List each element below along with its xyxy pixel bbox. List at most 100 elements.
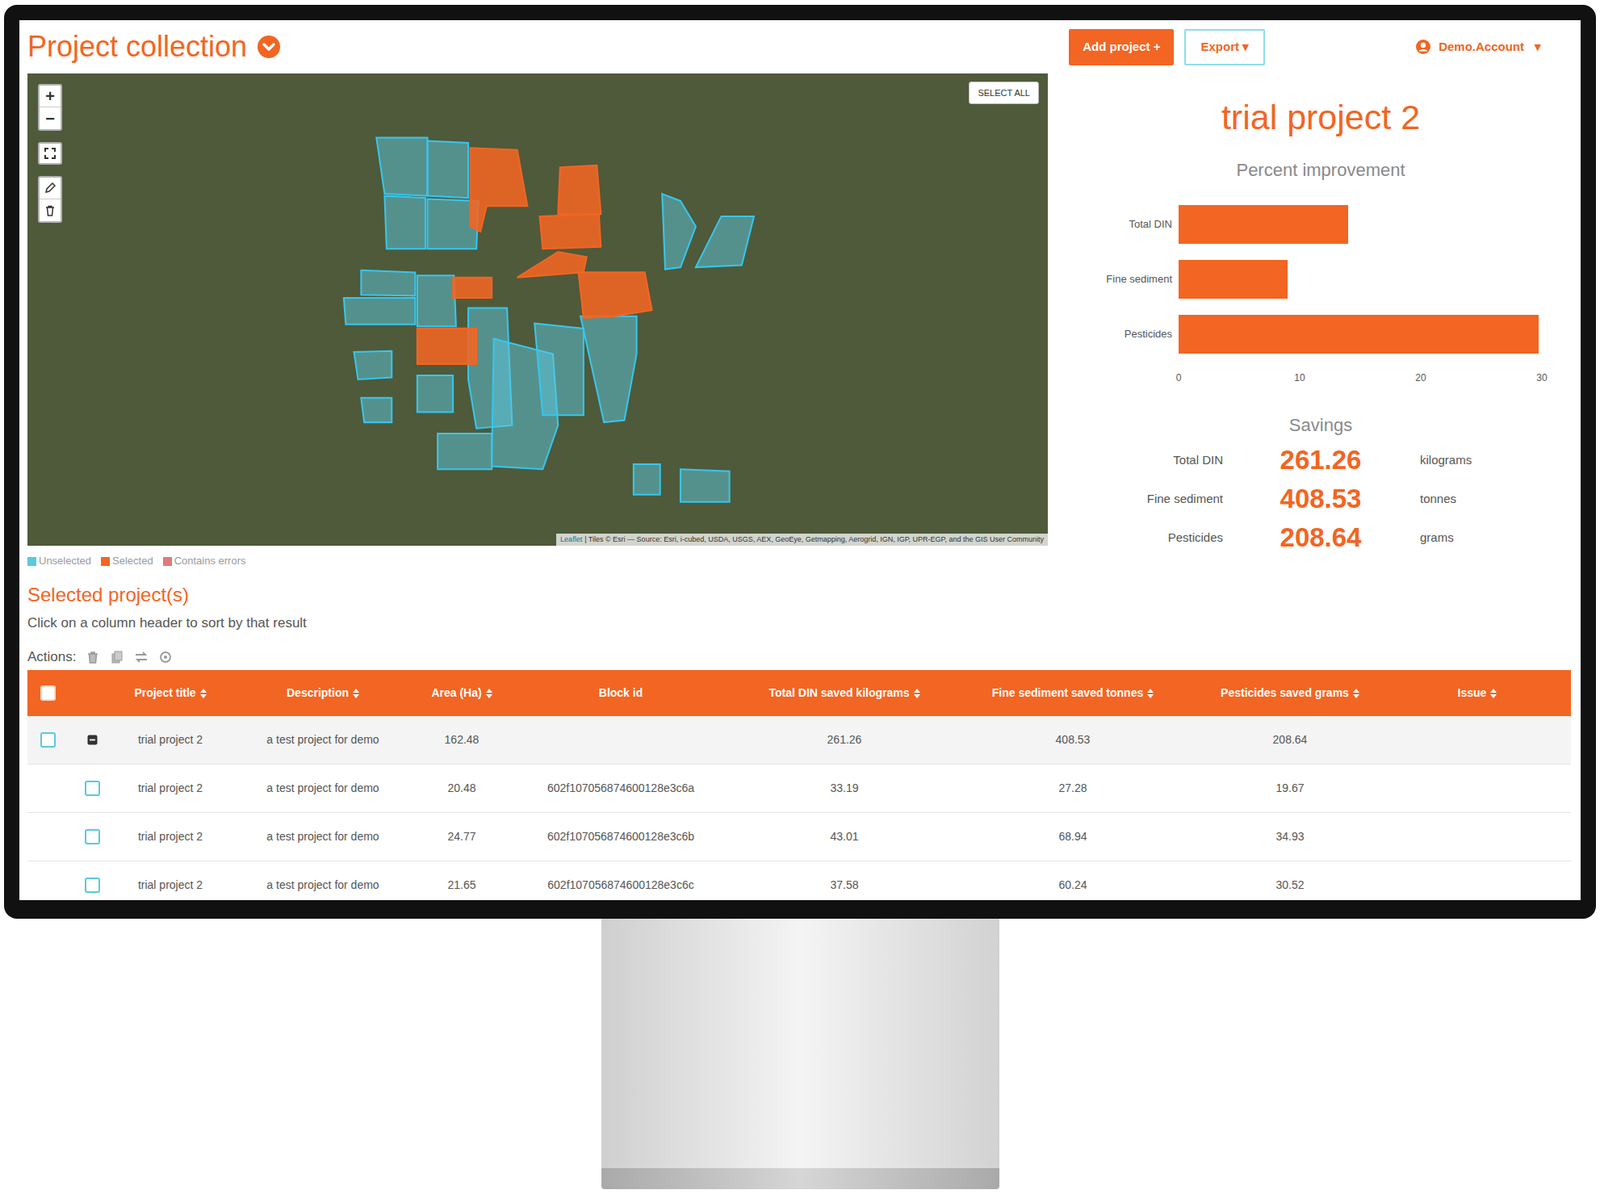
sort-icon	[913, 688, 921, 699]
table-cell	[1383, 764, 1571, 813]
bar[interactable]	[1178, 314, 1539, 354]
column-header[interactable]: Project title	[116, 670, 225, 717]
export-button[interactable]: Export ▾	[1184, 29, 1265, 66]
actions-bar: Actions:	[27, 647, 1581, 667]
field-block[interactable]	[470, 147, 528, 232]
savings-value: 408.53	[1234, 478, 1408, 520]
bar[interactable]	[1178, 259, 1288, 299]
block-row[interactable]: trial project 2a test project for demo24…	[27, 812, 1571, 862]
select-all-button[interactable]: SELECT ALL	[968, 81, 1039, 105]
row-checkbox[interactable]	[40, 732, 56, 748]
field-block[interactable]	[417, 375, 453, 412]
field-block[interactable]	[661, 193, 696, 269]
field-block[interactable]	[384, 196, 426, 250]
cell-text: a test project for demo	[266, 876, 379, 894]
action-button[interactable]	[134, 649, 149, 665]
field-blocks-layer	[27, 73, 1048, 546]
column-title[interactable]: Description	[286, 684, 349, 702]
field-block[interactable]	[578, 272, 653, 319]
stand-neck	[601, 918, 1000, 1169]
bar[interactable]	[1178, 205, 1349, 244]
column-title[interactable]: Pesticides saved grams	[1220, 684, 1349, 702]
add-project-button[interactable]: Add project +	[1068, 29, 1174, 66]
column-title[interactable]: Project title	[134, 684, 196, 702]
action-button[interactable]	[109, 649, 125, 665]
column-title[interactable]: Issue	[1457, 684, 1487, 702]
column-title[interactable]: Total DIN saved kilograms	[768, 684, 909, 702]
row-checkbox[interactable]	[84, 780, 101, 796]
row-checkbox[interactable]	[40, 685, 56, 701]
column-header-label: Fine sediment saved tonnes	[992, 684, 1155, 702]
field-block[interactable]	[360, 397, 392, 423]
header-actions: Add project + Export ▾ Demo.Account ▾	[1068, 29, 1542, 66]
zoom-out-button[interactable]: −	[39, 107, 61, 130]
field-block[interactable]	[417, 328, 477, 365]
table-cell: a test project for demo	[224, 861, 422, 901]
cell-text: 20.48	[447, 779, 476, 797]
draw-button[interactable]	[39, 177, 61, 200]
table-cell: 33.19	[739, 764, 950, 813]
expand-toggle[interactable]	[86, 734, 98, 746]
axis-ticks: 0102030	[1178, 369, 1542, 386]
table-cell	[1383, 861, 1571, 901]
field-block[interactable]	[680, 469, 730, 502]
cell-text: 162.48	[444, 731, 480, 749]
delete-button[interactable]	[39, 199, 61, 222]
map[interactable]: +−SELECT ALLLeaflet| Tiles © Esri — Sour…	[27, 73, 1048, 546]
field-block[interactable]	[427, 140, 469, 198]
row-checkbox[interactable]	[84, 829, 101, 845]
collapse-icon	[87, 734, 98, 746]
table-cell: 208.64	[1196, 716, 1384, 764]
field-block[interactable]	[343, 297, 415, 325]
table-cell: trial project 2	[116, 812, 225, 861]
cell-text: trial project 2	[138, 828, 203, 846]
table-cell	[67, 812, 117, 861]
target-action-icon	[159, 650, 172, 664]
column-header-label: Total DIN saved kilograms	[768, 684, 920, 702]
column-header[interactable]: Description	[224, 670, 422, 717]
cell-text: trial project 2	[138, 876, 203, 894]
stand-base	[601, 1168, 1000, 1190]
field-block[interactable]	[360, 270, 415, 297]
column-header[interactable]: Fine sediment saved tonnes	[949, 670, 1197, 717]
field-block[interactable]	[417, 275, 457, 327]
column-header[interactable]: Total DIN saved kilograms	[739, 670, 950, 717]
axis-spacer	[1047, 369, 1179, 386]
cell-text: 602f107056874600128e3c6c	[547, 876, 694, 894]
project-row[interactable]: trial project 2a test project for demo16…	[27, 716, 1571, 765]
chevron-down-icon[interactable]	[256, 34, 281, 59]
swap-action-icon	[134, 650, 148, 664]
field-block[interactable]	[540, 213, 602, 249]
field-block[interactable]	[437, 433, 492, 470]
block-row[interactable]: trial project 2a test project for demo21…	[27, 861, 1571, 901]
column-title[interactable]: Area (Ha)	[431, 684, 482, 702]
field-block[interactable]	[557, 165, 601, 215]
zoom-in-button[interactable]: +	[39, 85, 61, 108]
field-block[interactable]	[353, 351, 392, 380]
row-checkbox[interactable]	[84, 877, 101, 893]
field-block[interactable]	[517, 251, 587, 278]
field-block[interactable]	[376, 138, 428, 197]
field-block[interactable]	[534, 323, 584, 416]
block-row[interactable]: trial project 2a test project for demo20…	[27, 764, 1571, 813]
bar-label: Total DIN	[1047, 216, 1173, 233]
account-caret[interactable]: ▾	[1534, 37, 1542, 57]
leaflet-link[interactable]: Leaflet	[560, 534, 583, 546]
column-title[interactable]: Fine sediment saved tonnes	[992, 684, 1144, 702]
field-block[interactable]	[695, 216, 754, 268]
cell-text: 68.94	[1058, 828, 1087, 846]
column-header[interactable]: Pesticides saved grams	[1196, 670, 1384, 717]
column-header[interactable]: Area (Ha)	[421, 670, 503, 717]
field-block[interactable]	[452, 277, 492, 298]
column-header-label: Pesticides saved grams	[1220, 684, 1360, 702]
account-menu[interactable]: Demo.Account ▾	[1415, 37, 1542, 57]
field-block[interactable]	[633, 464, 661, 495]
field-block[interactable]	[580, 316, 637, 423]
column-header[interactable]: Issue	[1383, 670, 1571, 717]
savings-unit: tonnes	[1419, 490, 1457, 509]
action-button[interactable]	[158, 649, 173, 665]
fit-bounds-button[interactable]	[37, 142, 63, 165]
account-name[interactable]: Demo.Account	[1438, 37, 1525, 57]
action-button[interactable]	[85, 649, 101, 665]
table-cell: 24.77	[421, 812, 503, 861]
